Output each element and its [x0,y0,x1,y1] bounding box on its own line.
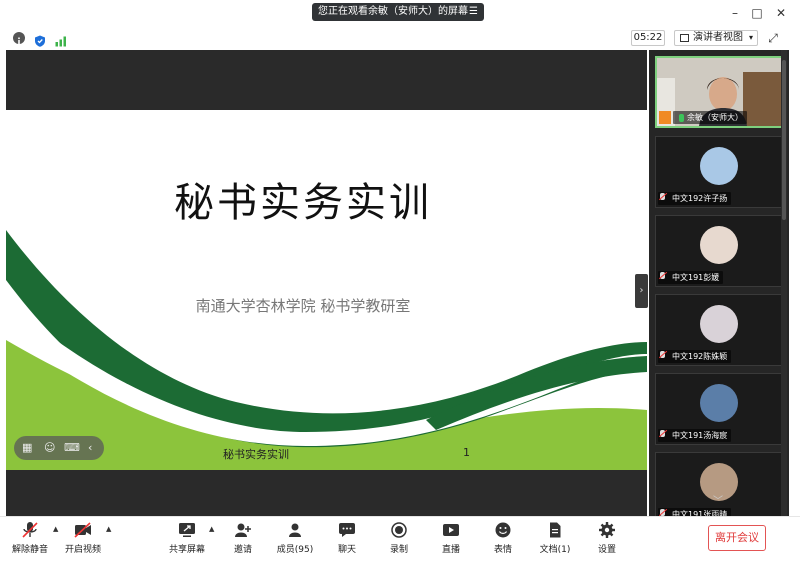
sharing-banner-text: 您正在观看余敏（安师大）的屏幕 [318,6,468,17]
audio-options-caret-icon[interactable]: ▲ [53,525,58,533]
mic-muted-icon [660,272,665,279]
record-button[interactable]: 录制 [377,520,421,564]
avatar [700,384,738,422]
participant-name: 中文191彭媛 [658,271,724,284]
mic-muted-icon [21,522,39,538]
shared-screen[interactable]: 秘书实务实训 南通大学杏林学院 秘书学教研室 秘书实务实训 1 ▦ ☺ ⌨ ‹ [6,50,647,516]
document-icon [546,522,564,538]
meeting-window: 您正在观看余敏（安师大）的屏幕 ☰ – □ ✕ 05:22 演讲者视图 ▾ ⤢ [0,0,800,566]
participant-gallery: ︿ 余敏（安师大） 中文192许子扬 中文191彭媛 [649,50,789,516]
participant-tile[interactable]: 中文191彭媛 [655,215,783,287]
leave-meeting-button[interactable]: 离开会议 [708,525,766,551]
presenter-control-pill[interactable]: ▦ ☺ ⌨ ‹ [14,436,104,460]
documents-button[interactable]: 文档(1) [533,520,577,564]
mic-muted-icon [660,351,665,358]
participant-tile[interactable]: 中文192陈姝颖 [655,294,783,366]
record-icon [390,522,408,538]
unmute-button[interactable]: 解除静音 [8,520,52,564]
mic-on-icon [679,114,684,122]
live-stream-label: 直播 [441,545,460,555]
security-shield-icon[interactable] [34,32,46,47]
presentation-slide: 秘书实务实训 南通大学杏林学院 秘书学教研室 秘书实务实训 1 [6,110,647,470]
slide-subtitle: 南通大学杏林学院 秘书学教研室 [195,297,411,315]
documents-label: 文档(1) [539,545,571,555]
participant-name: 余敏（安师大） [673,111,747,124]
reactions-button[interactable]: 表情 [481,520,525,564]
participants-label: 成员(95) [276,545,314,555]
view-mode-label: 演讲者视图 [693,32,743,43]
invite-button[interactable]: 邀请 [221,520,265,564]
scrollbar-thumb[interactable] [782,60,786,220]
add-user-icon [234,522,252,538]
view-mode-dropdown[interactable]: 演讲者视图 ▾ [674,30,758,46]
participant-name: 中文191张雨晴 [658,508,732,516]
unmute-label: 解除静音 [11,545,48,555]
reactions-label: 表情 [493,545,512,555]
emoji-icon [494,522,512,538]
participant-tile[interactable]: 中文192许子扬 [655,136,783,208]
avatar [700,305,738,343]
share-screen-icon [178,522,196,538]
minimize-icon[interactable]: – [728,6,742,20]
slide-page-number: 1 [463,446,470,459]
slide-footer: 秘书实务实训 [223,448,289,461]
signal-strength-icon[interactable] [55,32,67,47]
mic-muted-icon [660,193,665,200]
chat-label: 聊天 [337,545,356,555]
chat-icon [338,522,356,538]
live-stream-button[interactable]: 直播 [429,520,473,564]
sharing-banner[interactable]: 您正在观看余敏（安师大）的屏幕 ☰ [312,3,484,21]
participant-name: 中文192许子扬 [658,192,732,205]
participant-name: 中文192陈姝颖 [658,350,732,363]
participants-icon [286,522,304,538]
grid-icon[interactable]: ▦ [22,441,32,455]
invite-label: 邀请 [233,545,252,555]
collapse-gallery-button[interactable]: › [635,274,648,308]
settings-label: 设置 [597,545,616,555]
title-bar: 您正在观看余敏（安师大）的屏幕 ☰ – □ ✕ [0,0,800,28]
gallery-scrollbar[interactable] [781,50,787,516]
chevron-left-icon[interactable]: ‹ [88,441,92,455]
chat-button[interactable]: 聊天 [325,520,369,564]
top-toolbar: 05:22 演讲者视图 ▾ ⤢ [0,28,800,50]
participant-tile-host[interactable]: 余敏（安师大） [655,56,783,128]
layout-icon [680,34,689,42]
info-icon[interactable] [13,32,25,45]
fullscreen-icon[interactable]: ⤢ [766,31,780,45]
video-options-caret-icon[interactable]: ▲ [106,525,111,533]
edge-marker [0,453,5,465]
participant-name: 中文191汤海宸 [658,429,732,442]
mic-muted-icon [660,509,665,516]
record-label: 录制 [389,545,408,555]
start-video-button[interactable]: 开启视频 [61,520,105,564]
participants-button[interactable]: 成员(95) [273,520,317,564]
mic-muted-icon [660,430,665,437]
share-screen-label: 共享屏幕 [168,545,205,555]
keyboard-icon[interactable]: ⌨ [64,441,80,455]
gear-icon [598,522,616,538]
live-stream-icon [442,522,460,538]
share-options-caret-icon[interactable]: ▲ [209,525,214,533]
start-video-label: 开启视频 [64,545,101,555]
video-off-icon [74,522,92,538]
avatar [700,226,738,264]
slide-title: 秘书实务实训 [174,180,432,226]
share-screen-button[interactable]: 共享屏幕 [165,520,209,564]
maximize-icon[interactable]: □ [750,6,764,20]
emoji-icon[interactable]: ☺ [44,441,55,455]
close-icon[interactable]: ✕ [774,6,788,20]
chevron-down-icon: ▾ [748,33,753,42]
participant-tile[interactable]: 中文191汤海宸 [655,373,783,445]
avatar [700,147,738,185]
settings-button[interactable]: 设置 [585,520,629,564]
host-badge-icon [659,111,671,124]
meeting-timer: 05:22 [631,30,665,46]
banner-menu-icon[interactable]: ☰ [469,3,478,21]
bottom-toolbar: 解除静音 ▲ 开启视频 ▲ 共享屏幕 ▲ 邀请 成员(95) 聊天 录制 直播 … [0,516,800,566]
slide-wave-decoration [6,230,647,470]
scroll-down-icon[interactable]: ﹀ [713,492,723,507]
